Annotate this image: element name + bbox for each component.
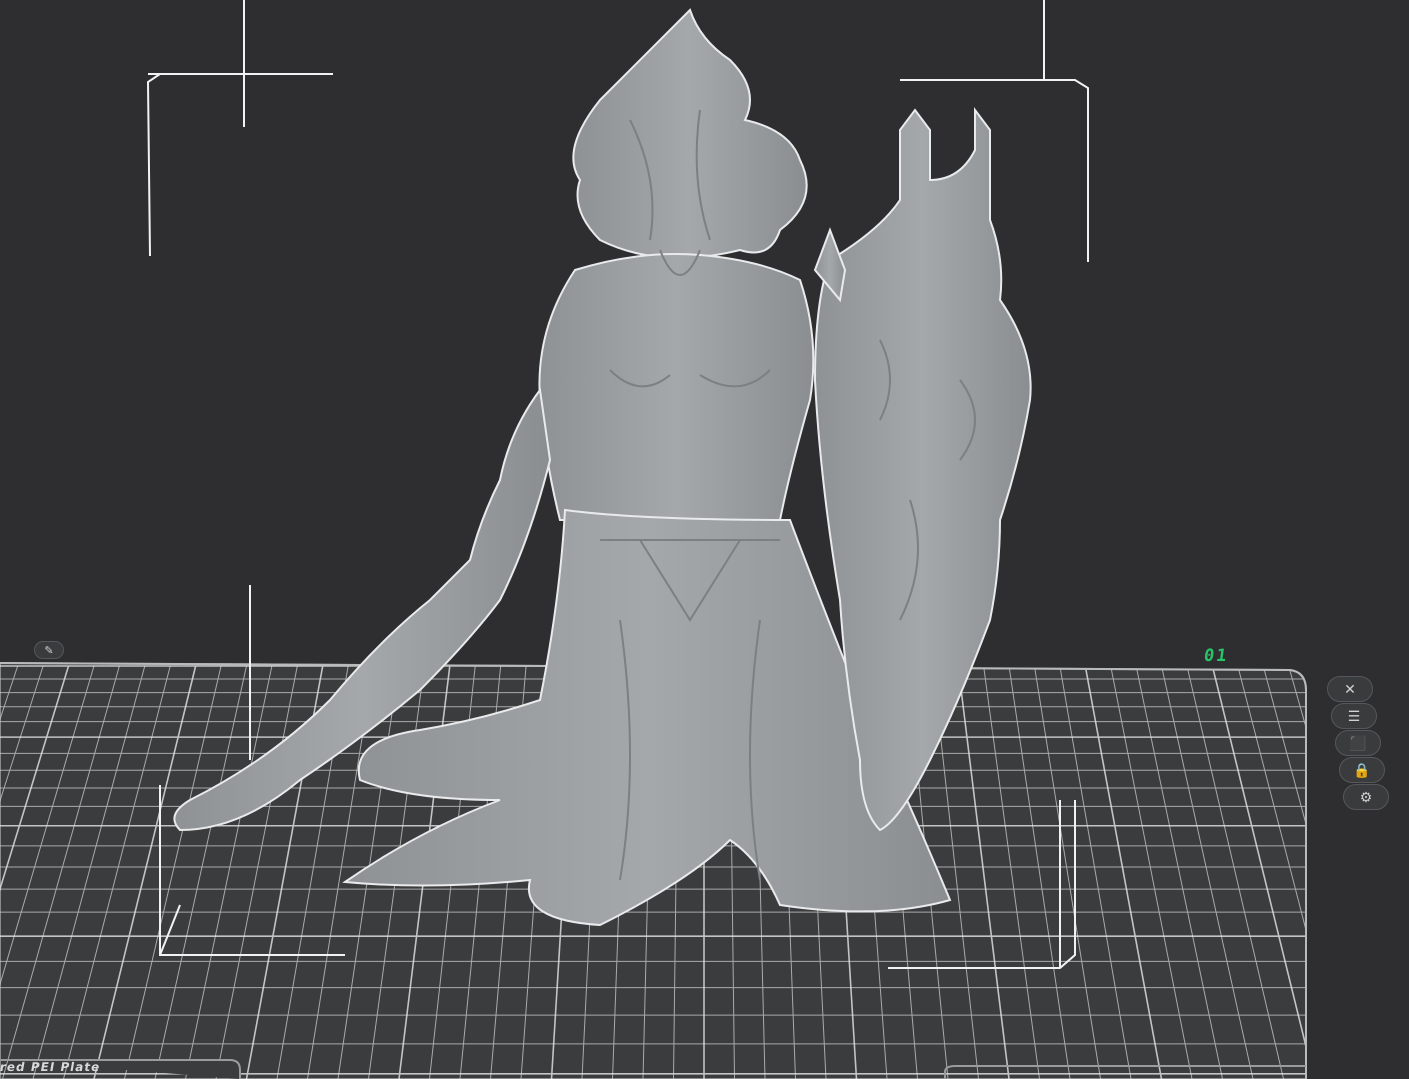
lock-icon[interactable]: 🔒 [1339, 757, 1385, 783]
close-icon[interactable]: ✕ [1327, 676, 1373, 702]
plate-edit-button[interactable]: ✎ [34, 641, 64, 659]
settings-icon[interactable]: ⚙ [1343, 784, 1389, 810]
arrange-icon[interactable]: ☰ [1331, 703, 1377, 729]
auto-orient-icon[interactable]: ⬛ [1335, 730, 1381, 756]
plate-type-label: red PEI Plate [0, 1060, 102, 1074]
3d-viewport[interactable]: ✎ 01 red PEI Plate ✕ ☰ ⬛ 🔒 ⚙ [0, 0, 1409, 1079]
plate-number: 01 [1202, 646, 1230, 666]
scene-canvas[interactable] [0, 0, 1409, 1079]
